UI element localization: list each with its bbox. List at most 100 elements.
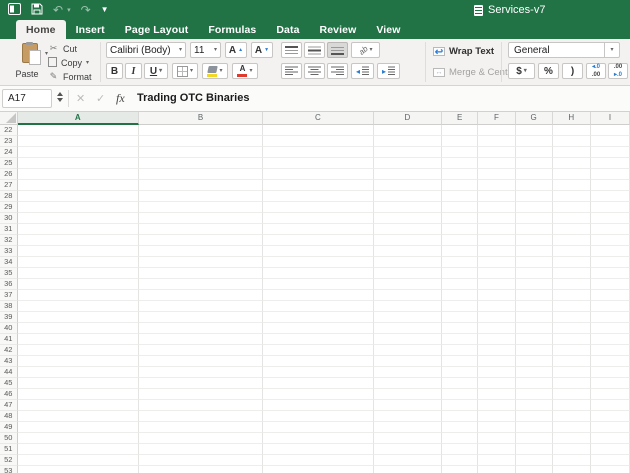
- cell-A23[interactable]: [18, 136, 139, 147]
- column-header-f[interactable]: F: [478, 112, 515, 125]
- cell-F49[interactable]: [478, 422, 515, 433]
- cell-F39[interactable]: [478, 312, 515, 323]
- cell-F26[interactable]: [478, 169, 515, 180]
- cell-A45[interactable]: [18, 378, 139, 389]
- row-header-44[interactable]: 44: [0, 367, 18, 378]
- cell-G47[interactable]: [516, 400, 553, 411]
- align-left-button[interactable]: [281, 63, 302, 79]
- cell-F53[interactable]: [478, 466, 515, 473]
- cell-C35[interactable]: [263, 268, 374, 279]
- row-header-28[interactable]: 28: [0, 191, 18, 202]
- cell-B26[interactable]: [139, 169, 263, 180]
- cell-I40[interactable]: [591, 323, 630, 334]
- cell-A42[interactable]: [18, 345, 139, 356]
- row-header-30[interactable]: 30: [0, 213, 18, 224]
- cell-B44[interactable]: [139, 367, 263, 378]
- cell-H49[interactable]: [553, 422, 591, 433]
- cell-H51[interactable]: [553, 444, 591, 455]
- orientation-dropdown-icon[interactable]: ▾: [369, 47, 372, 53]
- cell-D32[interactable]: [374, 235, 442, 246]
- cell-E46[interactable]: [442, 389, 478, 400]
- cell-F37[interactable]: [478, 290, 515, 301]
- cell-A25[interactable]: [18, 158, 139, 169]
- increase-font-size-button[interactable]: A ▲: [225, 42, 247, 58]
- cell-D53[interactable]: [374, 466, 442, 473]
- cell-D23[interactable]: [374, 136, 442, 147]
- cell-H34[interactable]: [553, 257, 591, 268]
- cell-B30[interactable]: [139, 213, 263, 224]
- column-header-i[interactable]: I: [591, 112, 630, 125]
- cell-E23[interactable]: [442, 136, 478, 147]
- bold-button[interactable]: B: [106, 63, 123, 79]
- cell-B25[interactable]: [139, 158, 263, 169]
- cell-A35[interactable]: [18, 268, 139, 279]
- cell-I47[interactable]: [591, 400, 630, 411]
- cell-H46[interactable]: [553, 389, 591, 400]
- formula-input[interactable]: Trading OTC Binaries: [137, 92, 249, 104]
- cell-G29[interactable]: [516, 202, 553, 213]
- cell-I45[interactable]: [591, 378, 630, 389]
- cell-I36[interactable]: [591, 279, 630, 290]
- decrease-font-size-button[interactable]: A ▼: [251, 42, 273, 58]
- row-header-26[interactable]: 26: [0, 169, 18, 180]
- cell-E32[interactable]: [442, 235, 478, 246]
- cell-E42[interactable]: [442, 345, 478, 356]
- cell-D48[interactable]: [374, 411, 442, 422]
- redo-icon[interactable]: ↷: [81, 4, 91, 16]
- align-center-button[interactable]: [304, 63, 325, 79]
- align-right-button[interactable]: [327, 63, 348, 79]
- cell-G39[interactable]: [516, 312, 553, 323]
- cell-E39[interactable]: [442, 312, 478, 323]
- cell-A31[interactable]: [18, 224, 139, 235]
- column-header-g[interactable]: G: [516, 112, 553, 125]
- cell-F23[interactable]: [478, 136, 515, 147]
- cell-I28[interactable]: [591, 191, 630, 202]
- cell-F50[interactable]: [478, 433, 515, 444]
- row-header-48[interactable]: 48: [0, 411, 18, 422]
- cancel-entry-icon[interactable]: ✕: [76, 92, 85, 105]
- cell-H41[interactable]: [553, 334, 591, 345]
- cell-B43[interactable]: [139, 356, 263, 367]
- number-format-dropdown-icon[interactable]: ▾: [610, 47, 613, 53]
- cell-C36[interactable]: [263, 279, 374, 290]
- cell-D50[interactable]: [374, 433, 442, 444]
- font-family-select[interactable]: Calibri (Body) ▾: [106, 42, 186, 58]
- cell-B45[interactable]: [139, 378, 263, 389]
- cell-D26[interactable]: [374, 169, 442, 180]
- cell-C44[interactable]: [263, 367, 374, 378]
- cell-A43[interactable]: [18, 356, 139, 367]
- font-size-dropdown-icon[interactable]: ▾: [214, 47, 217, 53]
- cell-A53[interactable]: [18, 466, 139, 473]
- cell-A37[interactable]: [18, 290, 139, 301]
- cell-E33[interactable]: [442, 246, 478, 257]
- cell-C53[interactable]: [263, 466, 374, 473]
- cell-G23[interactable]: [516, 136, 553, 147]
- cell-C37[interactable]: [263, 290, 374, 301]
- cell-F51[interactable]: [478, 444, 515, 455]
- cell-G31[interactable]: [516, 224, 553, 235]
- column-header-c[interactable]: C: [263, 112, 374, 125]
- cell-B32[interactable]: [139, 235, 263, 246]
- cell-D29[interactable]: [374, 202, 442, 213]
- cell-E36[interactable]: [442, 279, 478, 290]
- cell-H52[interactable]: [553, 455, 591, 466]
- cell-A28[interactable]: [18, 191, 139, 202]
- row-header-22[interactable]: 22: [0, 125, 18, 136]
- cell-F40[interactable]: [478, 323, 515, 334]
- cell-B42[interactable]: [139, 345, 263, 356]
- cell-G35[interactable]: [516, 268, 553, 279]
- cell-F27[interactable]: [478, 180, 515, 191]
- cell-I32[interactable]: [591, 235, 630, 246]
- cell-G37[interactable]: [516, 290, 553, 301]
- cell-E28[interactable]: [442, 191, 478, 202]
- tab-data[interactable]: Data: [266, 20, 309, 39]
- cell-H32[interactable]: [553, 235, 591, 246]
- cell-F25[interactable]: [478, 158, 515, 169]
- cell-C46[interactable]: [263, 389, 374, 400]
- cell-B27[interactable]: [139, 180, 263, 191]
- cell-E37[interactable]: [442, 290, 478, 301]
- cell-H31[interactable]: [553, 224, 591, 235]
- borders-dropdown-icon[interactable]: ▾: [190, 68, 193, 74]
- cell-B33[interactable]: [139, 246, 263, 257]
- cell-H50[interactable]: [553, 433, 591, 444]
